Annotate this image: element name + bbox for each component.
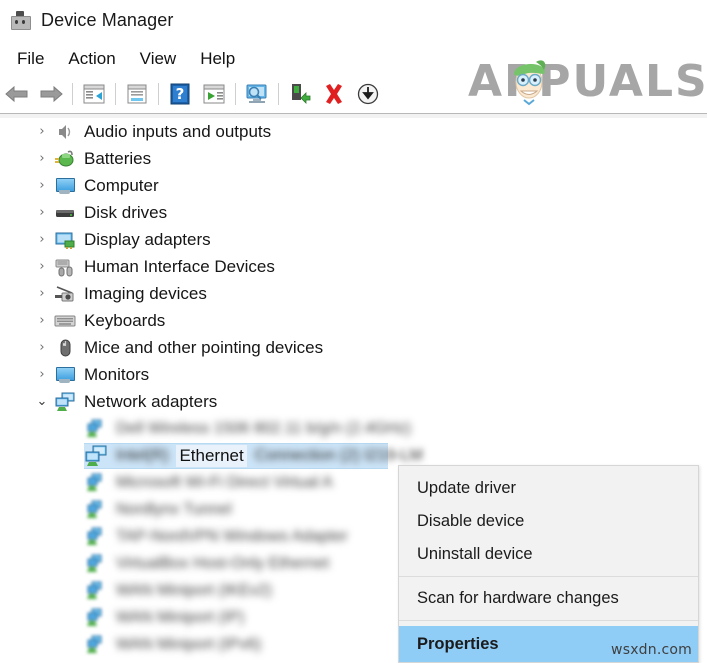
context-menu-item-scan-for-hardware-changes[interactable]: Scan for hardware changes [399,582,698,615]
tree-item-label: Batteries [84,148,152,168]
uninstall-device-icon[interactable] [318,79,350,109]
wireless-adapter-icon [86,608,106,628]
menu-item-file[interactable]: File [5,47,56,71]
imaging-device-icon [54,283,76,305]
chevron-right-icon[interactable]: › [32,179,52,192]
chevron-right-icon[interactable]: › [32,206,52,219]
tree-item-network-adapters[interactable]: ⌄ Network adapters [0,388,707,415]
network-child-label: WAN Miniport (IKEv2) [116,581,272,599]
tree-item-label: Audio inputs and outputs [84,121,272,141]
ethernet-label-suffix: Connection (2) I219-LM [254,446,423,464]
window-title: Device Manager [41,10,174,30]
tree-item-computer[interactable]: › Computer [0,172,707,199]
tree-item-audio-inputs-and-outputs[interactable]: › Audio inputs and outputs [0,118,707,145]
toolbar-separator [72,82,73,105]
chevron-right-icon[interactable]: › [32,287,52,300]
context-menu-item-disable-device[interactable]: Disable device [399,505,698,538]
update-driver-icon[interactable] [198,79,230,109]
tree-item-label: Mice and other pointing devices [84,337,324,357]
monitor-icon [54,364,76,386]
tree-item-label: Disk drives [84,202,168,222]
network-child-label: Microsoft Wi-Fi Direct Virtual A [116,473,333,491]
enable-device-icon[interactable] [284,79,316,109]
toolbar-separator [158,82,159,105]
network-child-row[interactable]: Dell Wireless 1506 802.11 b/g/n (2.4GHz) [0,415,707,442]
wireless-adapter-icon [86,635,106,655]
chevron-right-icon[interactable]: › [32,341,52,354]
disk-drive-icon [54,202,76,224]
tree-item-imaging-devices[interactable]: › Imaging devices [0,280,707,307]
chevron-down-icon[interactable]: ⌄ [32,395,52,408]
menu-item-view[interactable]: View [128,47,189,71]
chevron-right-icon[interactable]: › [32,233,52,246]
network-child-label: TAP-NordVPN Windows Adapter [116,527,348,545]
tree-item-keyboards[interactable]: › Keyboards [0,307,707,334]
toolbar-separator [235,82,236,105]
keyboard-icon [54,310,76,332]
network-child-label: VirtualBox Host-Only Ethernet [116,554,330,572]
wireless-adapter-icon [86,500,106,520]
wireless-adapter-icon [86,473,106,493]
scan-hardware-changes-icon[interactable] [241,79,273,109]
network-child-label: WAN Miniport (IP) [116,608,245,626]
title-bar: Device Manager [0,0,707,41]
forward-arrow-icon[interactable] [35,79,67,109]
tree-item-display-adapters[interactable]: › Display adapters [0,226,707,253]
tree-item-disk-drives[interactable]: › Disk drives [0,199,707,226]
toolbar-separator [278,82,279,105]
tree-item-batteries[interactable]: › Batteries [0,145,707,172]
device-plug-icon [9,10,31,32]
chevron-right-icon[interactable]: › [32,125,52,138]
svg-text:?: ? [176,85,185,103]
tree-item-label: Monitors [84,364,150,384]
hid-icon [54,256,76,278]
chevron-right-icon[interactable]: › [32,314,52,327]
ethernet-adapter-icon [84,444,108,468]
disable-device-icon[interactable] [352,79,384,109]
context-menu[interactable]: Update driver Disable device Uninstall d… [398,465,699,663]
help-icon[interactable]: ? [164,79,196,109]
display-adapter-icon [54,229,76,251]
network-child-label: Nordlynx Tunnel [116,500,232,518]
menu-item-action[interactable]: Action [56,47,127,71]
back-arrow-icon[interactable] [1,79,33,109]
context-menu-item-update-driver[interactable]: Update driver [399,472,698,505]
tree-item-mice-and-other-pointing-devices[interactable]: › Mice and other pointing devices [0,334,707,361]
network-child-label: Dell Wireless 1506 802.11 b/g/n (2.4GHz) [116,419,411,437]
network-adapter-icon [54,391,76,413]
context-menu-separator [399,576,698,577]
toolbar: ? [0,75,707,112]
show-hide-console-tree-icon[interactable] [78,79,110,109]
context-menu-item-uninstall-device[interactable]: Uninstall device [399,538,698,571]
wireless-adapter-icon [86,581,106,601]
menu-item-help[interactable]: Help [188,47,247,71]
tree-item-label: Network adapters [84,391,218,411]
site-watermark: wsxdn.com [611,642,692,658]
tree-item-human-interface-devices[interactable]: › Human Interface Devices [0,253,707,280]
computer-icon [54,175,76,197]
context-menu-separator [399,620,698,621]
properties-icon[interactable] [121,79,153,109]
tree-item-monitors[interactable]: › Monitors [0,361,707,388]
mouse-icon [54,337,76,359]
battery-icon [54,148,76,170]
toolbar-separator [115,82,116,105]
wireless-adapter-icon [86,554,106,574]
tree-item-label: Imaging devices [84,283,207,303]
network-child-label: WAN Miniport (IPv6) [116,635,262,653]
chevron-right-icon[interactable]: › [32,152,52,165]
tree-item-label: Display adapters [84,229,211,249]
tree-item-label: Computer [84,175,159,195]
tree-item-label: Keyboards [84,310,166,330]
tree-item-label: Human Interface Devices [84,256,275,276]
speaker-icon [54,121,76,143]
chevron-right-icon[interactable]: › [32,368,52,381]
wireless-adapter-icon [86,419,106,439]
ethernet-label-sharp: Ethernet [176,444,247,467]
ethernet-label-prefix: Intel(R) [116,446,169,464]
menu-bar: File Action View Help [0,45,707,73]
wireless-adapter-icon [86,527,106,547]
chevron-right-icon[interactable]: › [32,260,52,273]
